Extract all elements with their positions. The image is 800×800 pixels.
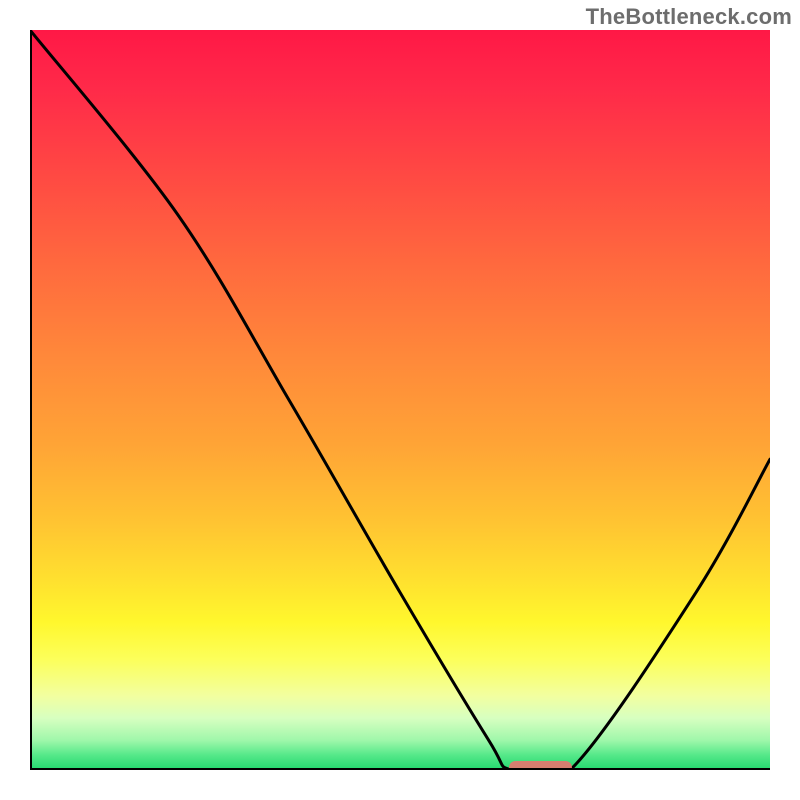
- plot-area: [30, 30, 770, 770]
- watermark-text: TheBottleneck.com: [586, 4, 792, 30]
- chart-container: TheBottleneck.com: [0, 0, 800, 800]
- bottleneck-curve: [30, 30, 770, 770]
- optimal-range-marker: [509, 761, 572, 770]
